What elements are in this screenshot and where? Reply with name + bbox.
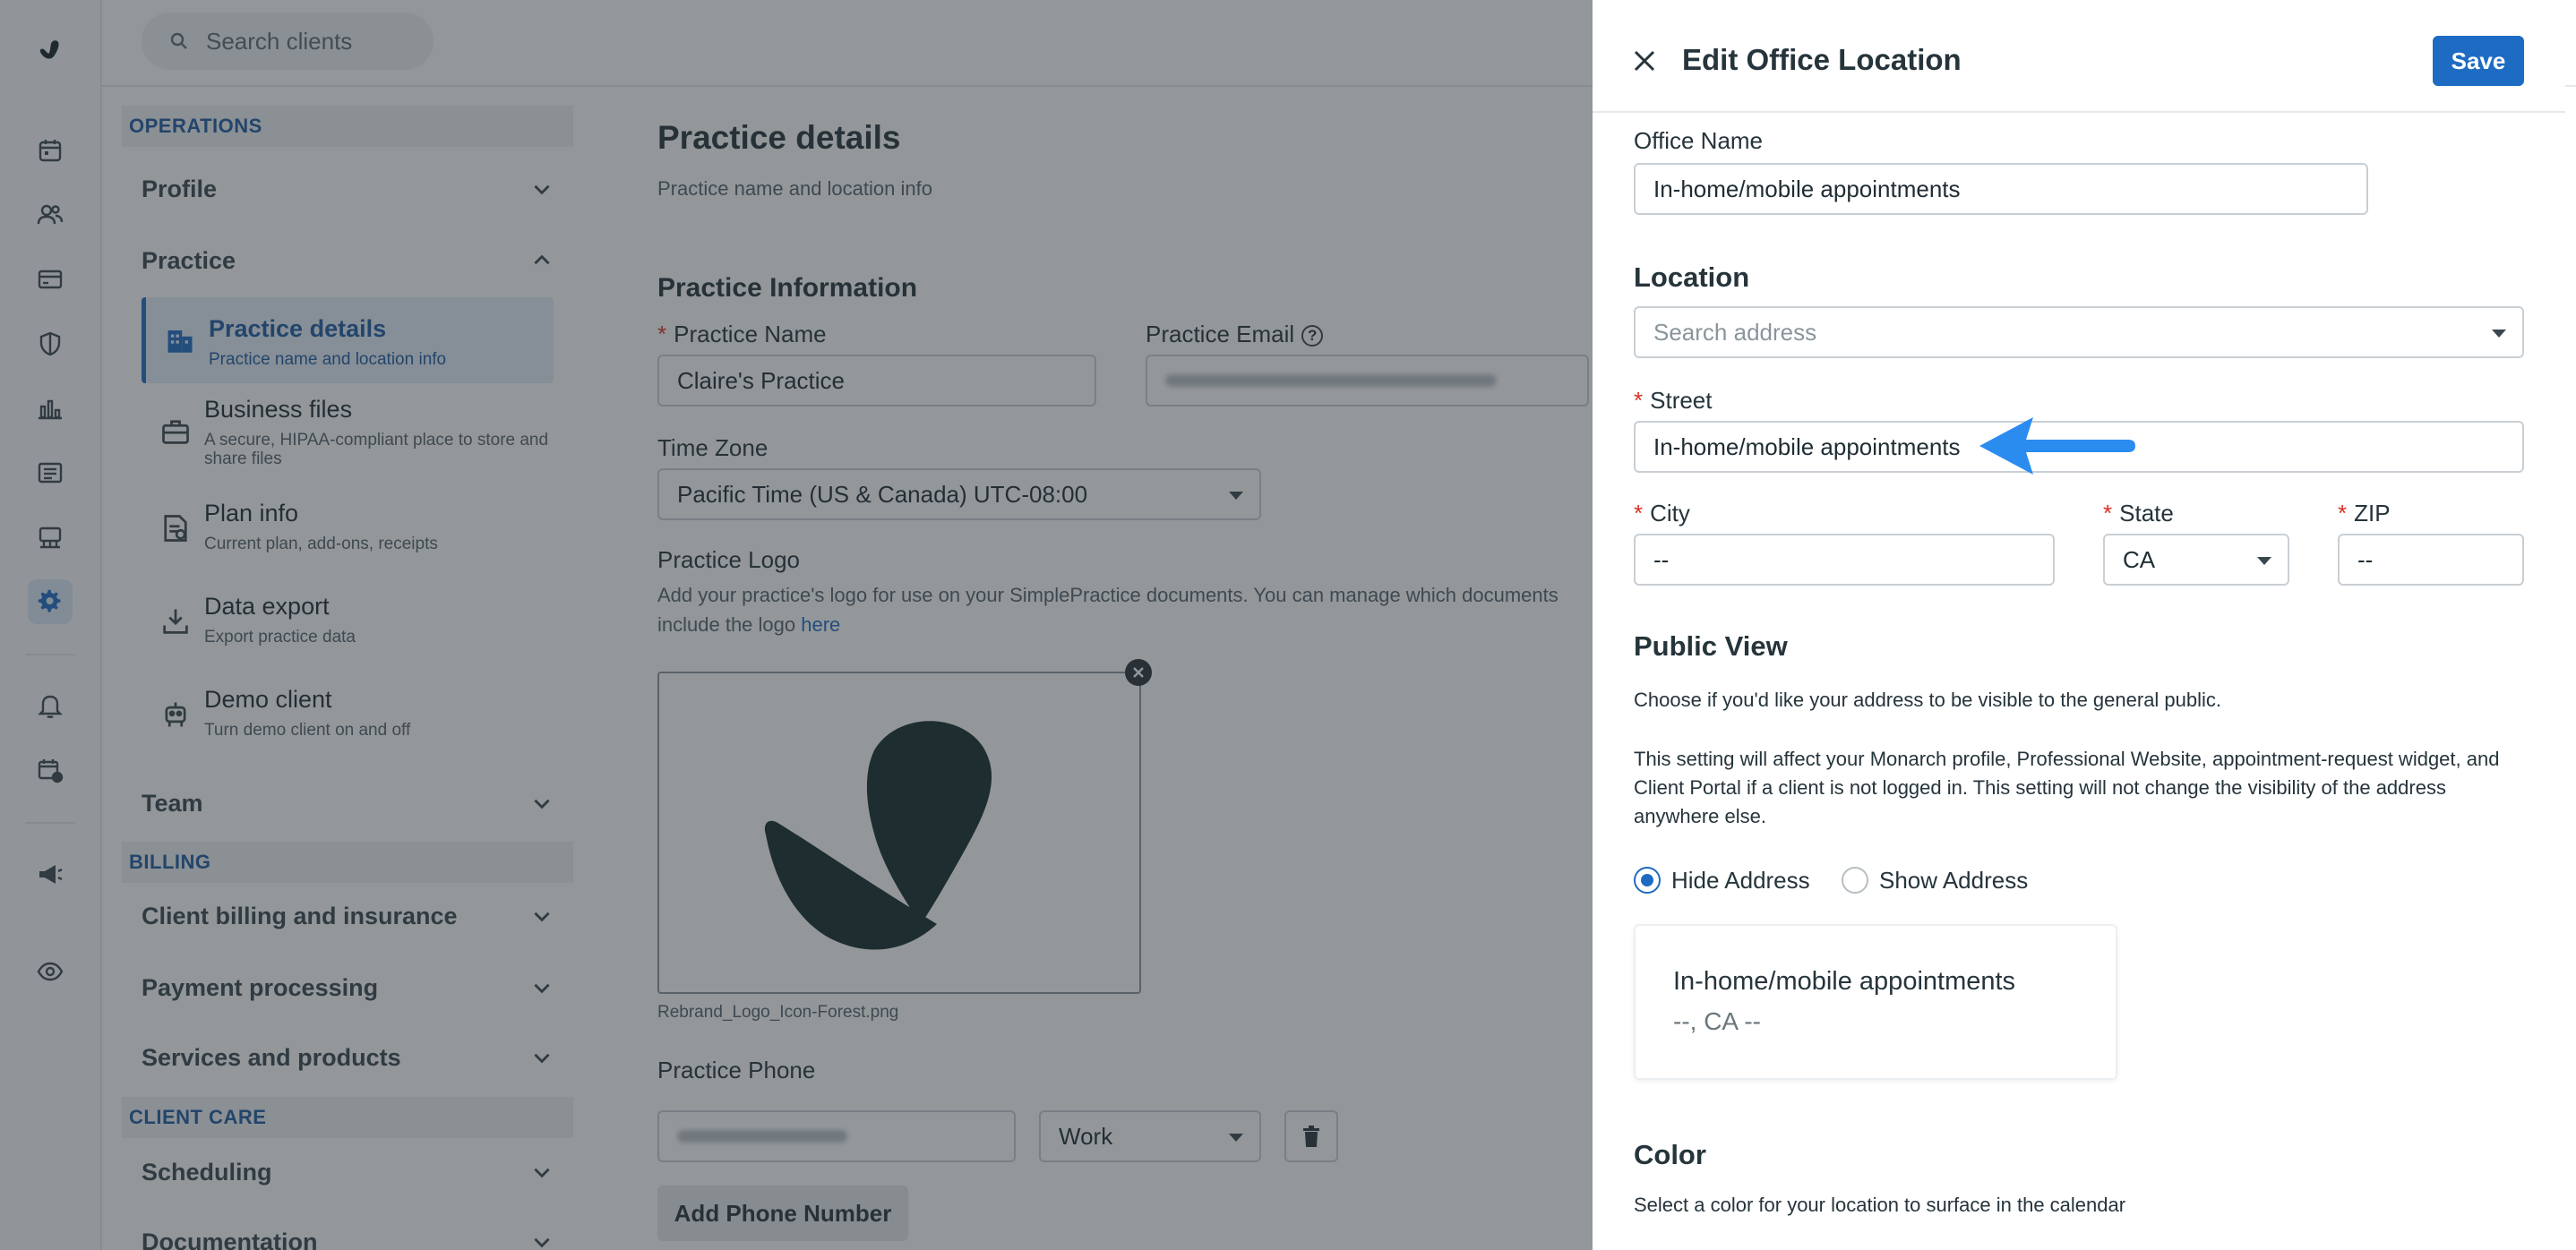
state-label: * State — [2103, 500, 2174, 527]
save-button[interactable]: Save — [2433, 36, 2524, 86]
show-address-radio[interactable] — [1842, 867, 1868, 894]
city-input[interactable]: -- — [1634, 534, 2055, 586]
hide-address-radio[interactable] — [1634, 867, 1661, 894]
close-icon[interactable] — [1630, 47, 1659, 75]
search-address-select[interactable]: Search address — [1634, 306, 2524, 358]
modal-backdrop[interactable] — [0, 0, 1593, 1250]
chevron-down-icon — [2257, 557, 2271, 565]
zip-label: * ZIP — [2338, 500, 2391, 527]
edit-office-location-panel: Edit Office Location Save Office Name In… — [1593, 9, 2565, 1241]
address-preview-card: In-home/mobile appointments --, CA -- — [1634, 924, 2117, 1080]
public-view-impact-description: This setting will affect your Monarch pr… — [1634, 748, 2500, 827]
city-label: * City — [1634, 500, 1690, 527]
office-name-label: Office Name — [1634, 127, 1764, 154]
state-select[interactable]: CA — [2103, 534, 2289, 586]
zip-input[interactable]: -- — [2338, 534, 2524, 586]
office-name-input[interactable]: In-home/mobile appointments — [1634, 163, 2368, 215]
public-view-description: Choose if you'd like your address to be … — [1634, 689, 2222, 711]
chevron-down-icon — [2492, 330, 2506, 338]
hide-address-label[interactable]: Hide Address — [1671, 867, 1810, 895]
location-heading: Location — [1634, 261, 1750, 293]
address-preview-name: In-home/mobile appointments — [1673, 967, 2016, 996]
address-preview-city: --, CA -- — [1673, 1007, 1761, 1035]
panel-title: Edit Office Location — [1682, 43, 1962, 76]
color-description: Select a color for your location to surf… — [1634, 1194, 2126, 1216]
street-label: * Street — [1634, 387, 1713, 414]
show-address-label[interactable]: Show Address — [1879, 867, 2028, 895]
panel-header: Edit Office Location Save — [1593, 9, 2565, 113]
color-heading: Color — [1634, 1139, 1706, 1170]
public-view-heading: Public View — [1634, 630, 1788, 662]
annotation-arrow-icon — [1979, 417, 2135, 475]
